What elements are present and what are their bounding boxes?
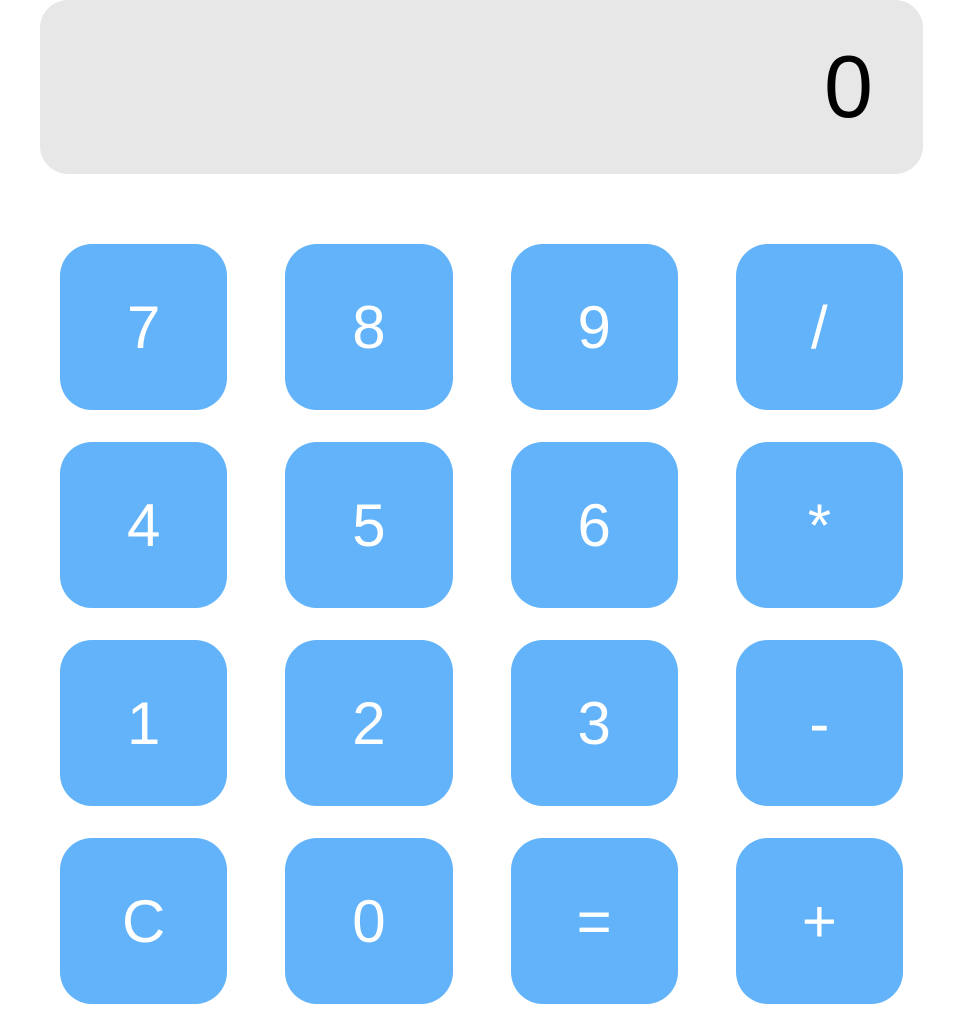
key-multiply[interactable]: *	[736, 442, 903, 608]
key-9[interactable]: 9	[511, 244, 678, 410]
key-7[interactable]: 7	[60, 244, 227, 410]
key-6[interactable]: 6	[511, 442, 678, 608]
key-subtract[interactable]: -	[736, 640, 903, 806]
key-0[interactable]: 0	[285, 838, 452, 1004]
key-4[interactable]: 4	[60, 442, 227, 608]
key-add[interactable]: +	[736, 838, 903, 1004]
key-clear[interactable]: C	[60, 838, 227, 1004]
key-divide[interactable]: /	[736, 244, 903, 410]
display-value: 0	[824, 36, 873, 138]
key-1[interactable]: 1	[60, 640, 227, 806]
calculator-display: 0	[40, 0, 923, 174]
key-3[interactable]: 3	[511, 640, 678, 806]
key-8[interactable]: 8	[285, 244, 452, 410]
calculator-keypad: 7 8 9 / 4 5 6 * 1 2 3 - C 0 = +	[0, 174, 963, 1024]
calculator: 0 7 8 9 / 4 5 6 * 1 2 3 - C 0 = +	[0, 0, 963, 1024]
key-5[interactable]: 5	[285, 442, 452, 608]
key-equals[interactable]: =	[511, 838, 678, 1004]
key-2[interactable]: 2	[285, 640, 452, 806]
